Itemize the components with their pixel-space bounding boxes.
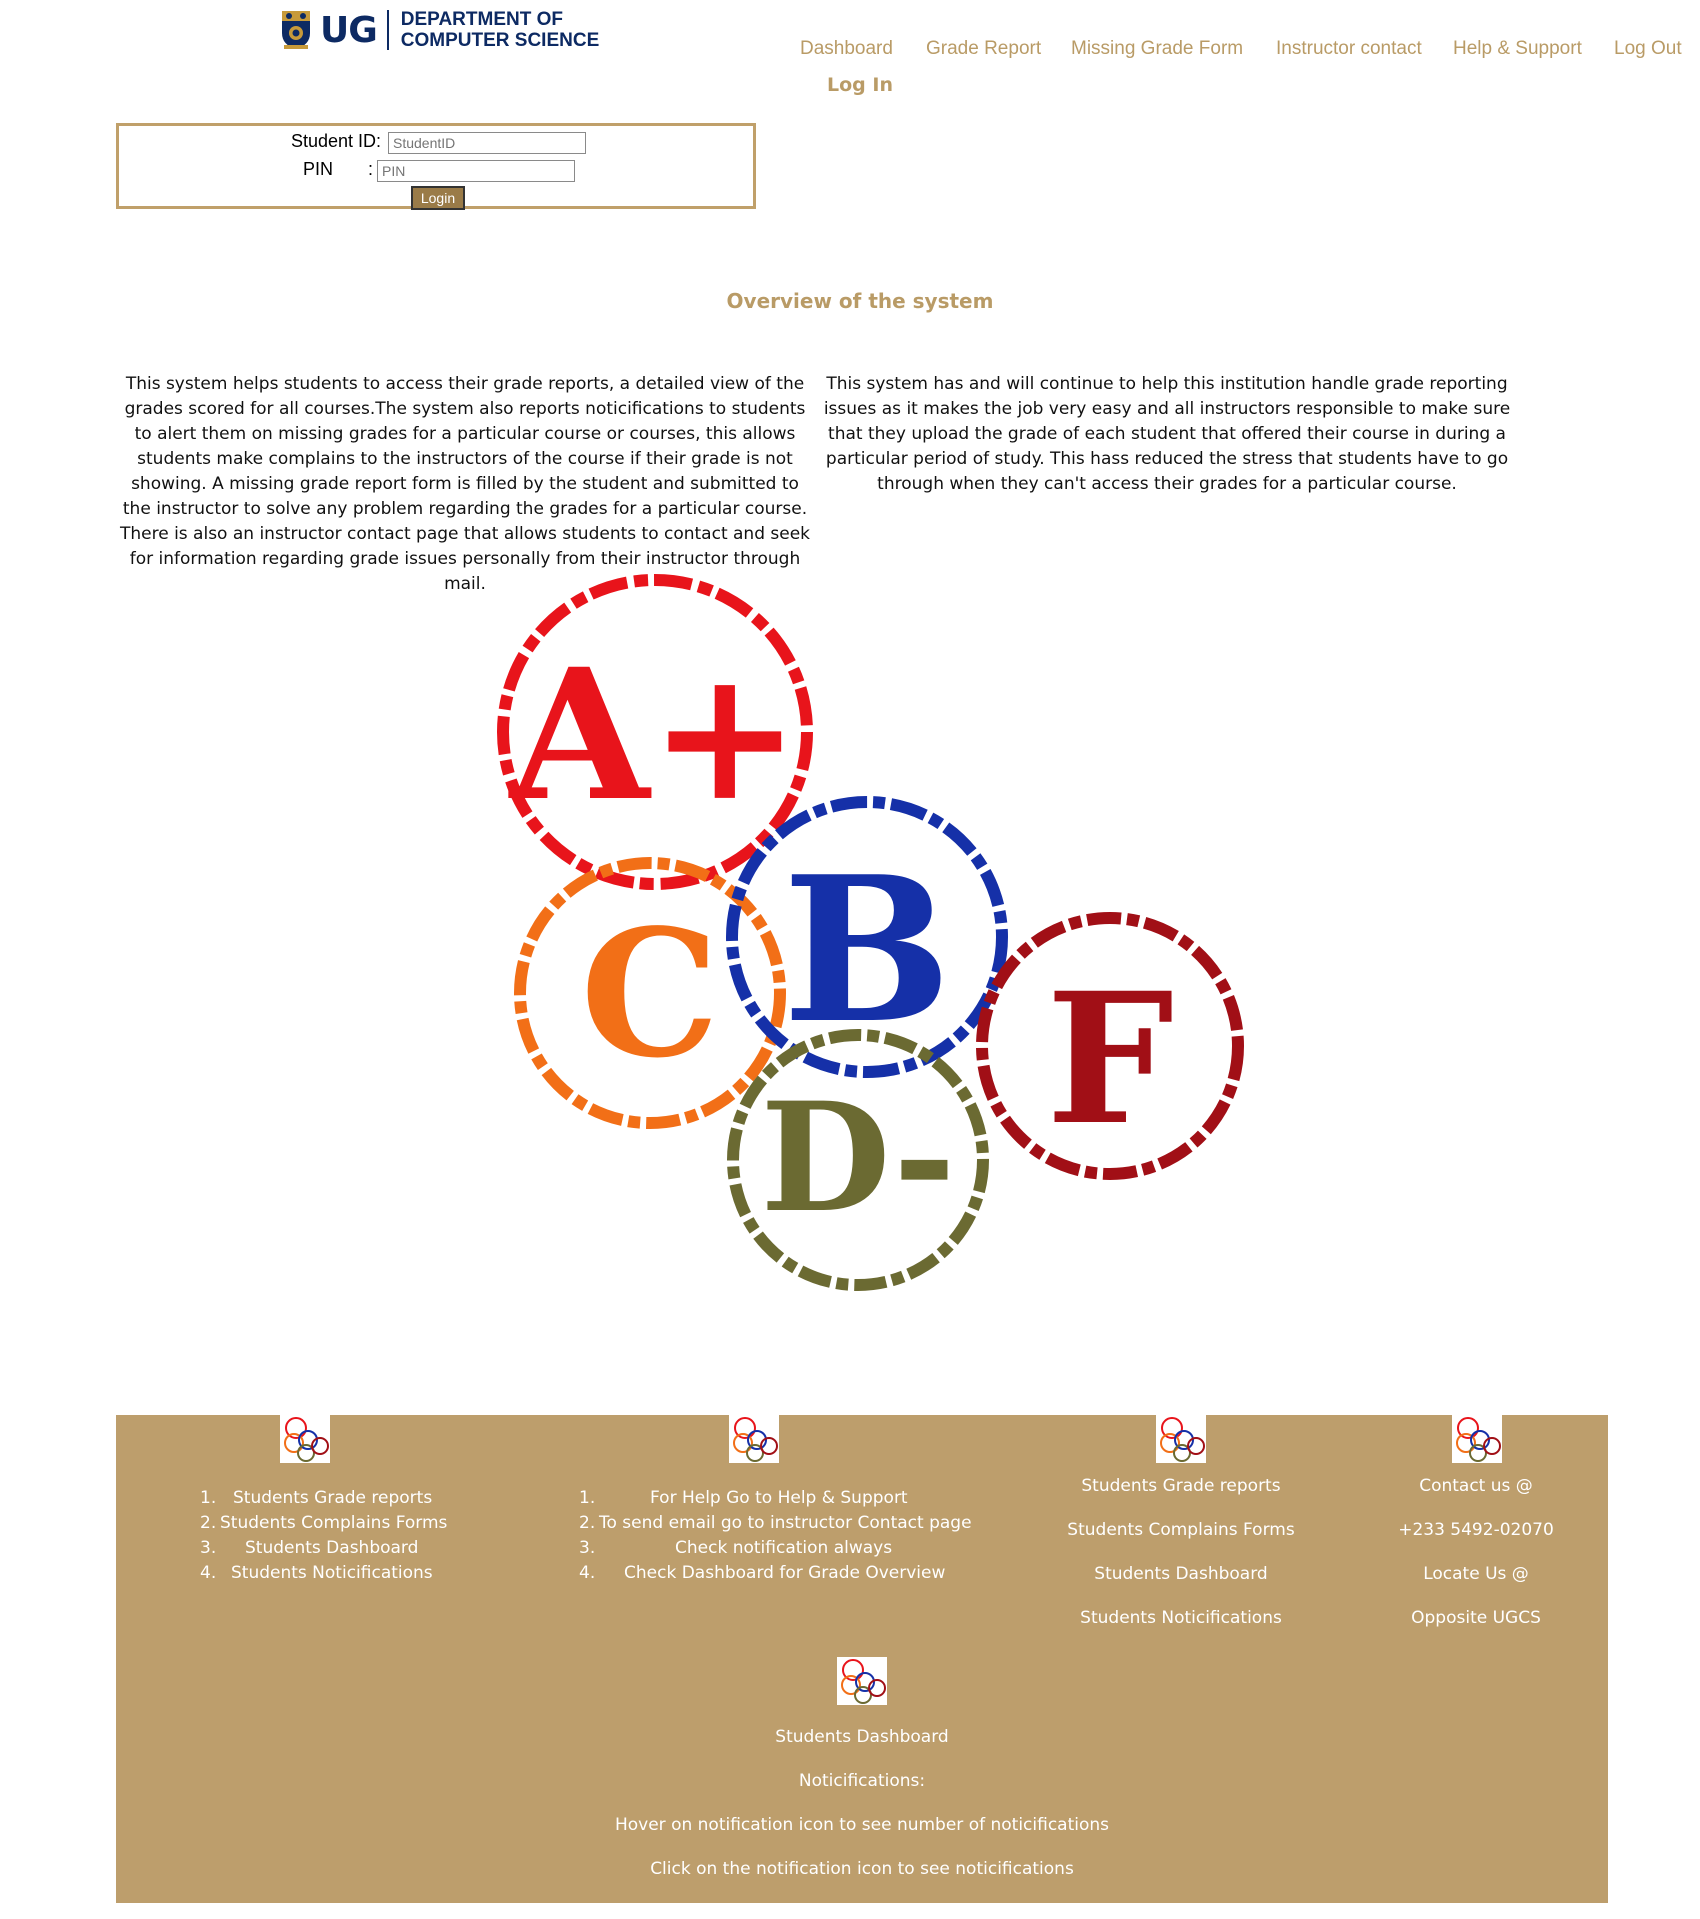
nav-grade-report[interactable]: Grade Report: [926, 38, 1041, 60]
list-number: 4.: [579, 1563, 596, 1583]
student-id-label: Student ID:: [291, 131, 382, 151]
login-form: Student ID: PIN : Login: [116, 123, 756, 210]
list-text: Students Dashboard: [245, 1538, 419, 1558]
logo-divider: [386, 10, 389, 50]
grade-stamps-image: A+ C B D- F: [497, 574, 1244, 1291]
overview-title: Overview of the system: [726, 289, 994, 313]
list-item: 4. Check Dashboard for Grade Overview: [579, 1561, 979, 1586]
grade-stamp-d-minus: D-: [727, 1029, 989, 1291]
grade-label-f: F: [1046, 954, 1174, 1165]
nav-dashboard[interactable]: Dashboard: [800, 38, 893, 60]
site-footer: 1. Students Grade reports 2. Students Comp…: [116, 1415, 1608, 1903]
list-text: Students Complains Forms: [220, 1513, 448, 1533]
pin-colon: :: [368, 159, 374, 179]
list-item: 3. Check notification always: [579, 1536, 979, 1561]
footer-features-list: 1. Students Grade reports 2. Students Comp…: [200, 1486, 500, 1586]
list-item: 4. Students Noticifications: [200, 1561, 500, 1586]
department-line-1: DEPARTMENT OF: [400, 9, 563, 30]
list-number: 2.: [579, 1513, 596, 1533]
department-name: DEPARTMENT OF COMPUTER SCIENCE: [401, 9, 599, 51]
footer-link-grade-reports[interactable]: Students Grade reports: [1056, 1464, 1306, 1508]
department-line-2: COMPUTER SCIENCE: [400, 30, 600, 51]
list-item: 2. To send email go to instructor Contact…: [579, 1511, 979, 1536]
contact-heading: Contact us @: [1419, 1476, 1533, 1496]
login-title: Log In: [827, 74, 893, 96]
pin-label: PIN: [303, 159, 334, 179]
footer-link-complains-forms[interactable]: Students Complains Forms: [1056, 1508, 1306, 1552]
nav-log-out[interactable]: Log Out: [1614, 38, 1682, 60]
footer-click-tip: Click on the notification icon to see no…: [650, 1859, 1074, 1879]
nav-instructor-contact[interactable]: Instructor contact: [1276, 38, 1422, 60]
footer-noticifications-heading: Noticifications:: [798, 1771, 926, 1791]
grade-label-d-minus: D-: [760, 1070, 955, 1246]
overview-right-paragraph: This system has and will continue to hel…: [823, 374, 1511, 494]
grade-stamp-a-plus: A+: [497, 574, 813, 890]
grade-stamps-icon: [280, 1415, 330, 1463]
logo-ug-text: UG: [320, 9, 378, 51]
list-number: 1.: [200, 1488, 217, 1508]
list-text: Check notification always: [675, 1538, 893, 1558]
footer-links-column: Students Grade reports Students Complain…: [1056, 1464, 1306, 1640]
footer-link-dashboard[interactable]: Students Dashboard: [1056, 1552, 1306, 1596]
grade-stamps-icon: [837, 1657, 887, 1705]
list-text: To send email go to instructor Contact p…: [599, 1513, 972, 1533]
list-item: 1. Students Grade reports: [200, 1486, 500, 1511]
ug-logo[interactable]: UG DEPARTMENT OF COMPUTER SCIENCE: [280, 6, 599, 54]
list-text: Check Dashboard for Grade Overview: [624, 1563, 946, 1583]
grade-label-b: B: [782, 833, 951, 1068]
pin-input[interactable]: [377, 160, 575, 182]
grade-stamps-icon: [729, 1415, 779, 1463]
list-number: 4.: [200, 1563, 217, 1583]
list-text: Students Grade reports: [233, 1488, 433, 1508]
list-item: 3. Students Dashboard: [200, 1536, 500, 1561]
list-text: Students Noticifications: [231, 1563, 433, 1583]
login-button[interactable]: Login: [411, 186, 465, 210]
list-number: 1.: [579, 1488, 596, 1508]
nav-missing-grade-form[interactable]: Missing Grade Form: [1071, 38, 1243, 60]
locate-heading: Locate Us @: [1423, 1564, 1529, 1584]
list-number: 3.: [200, 1538, 217, 1558]
grade-label-c: C: [580, 892, 719, 1097]
list-number: 3.: [579, 1538, 596, 1558]
location-text: Opposite UGCS: [1411, 1608, 1541, 1628]
footer-dashboard-info: Students Dashboard Noticifications: Hove…: [116, 1715, 1608, 1891]
contact-phone: +233 5492-02070: [1398, 1520, 1554, 1540]
list-number: 2.: [200, 1513, 217, 1533]
list-item: 2. Students Complains Forms: [200, 1511, 500, 1536]
footer-hover-tip: Hover on notification icon to see number…: [614, 1815, 1110, 1835]
grade-stamps-icon: [1156, 1415, 1206, 1463]
list-text: For Help Go to Help & Support: [650, 1488, 908, 1508]
grade-label-a-plus: A+: [508, 630, 800, 841]
footer-dashboard-heading: Students Dashboard: [775, 1727, 949, 1747]
footer-help-list: 1. For Help Go to Help & Support 2. To sen…: [579, 1486, 979, 1586]
footer-link-noticifications[interactable]: Students Noticifications: [1056, 1596, 1306, 1640]
university-crest-icon: [282, 11, 310, 49]
grade-stamps-icon: [1452, 1415, 1502, 1463]
footer-contact-column: Contact us @ +233 5492-02070 Locate Us @…: [1376, 1464, 1576, 1640]
grade-stamp-f: F: [976, 912, 1244, 1180]
student-id-input[interactable]: [388, 132, 586, 154]
nav-help-support[interactable]: Help & Support: [1453, 38, 1582, 60]
list-item: 1. For Help Go to Help & Support: [579, 1486, 979, 1511]
